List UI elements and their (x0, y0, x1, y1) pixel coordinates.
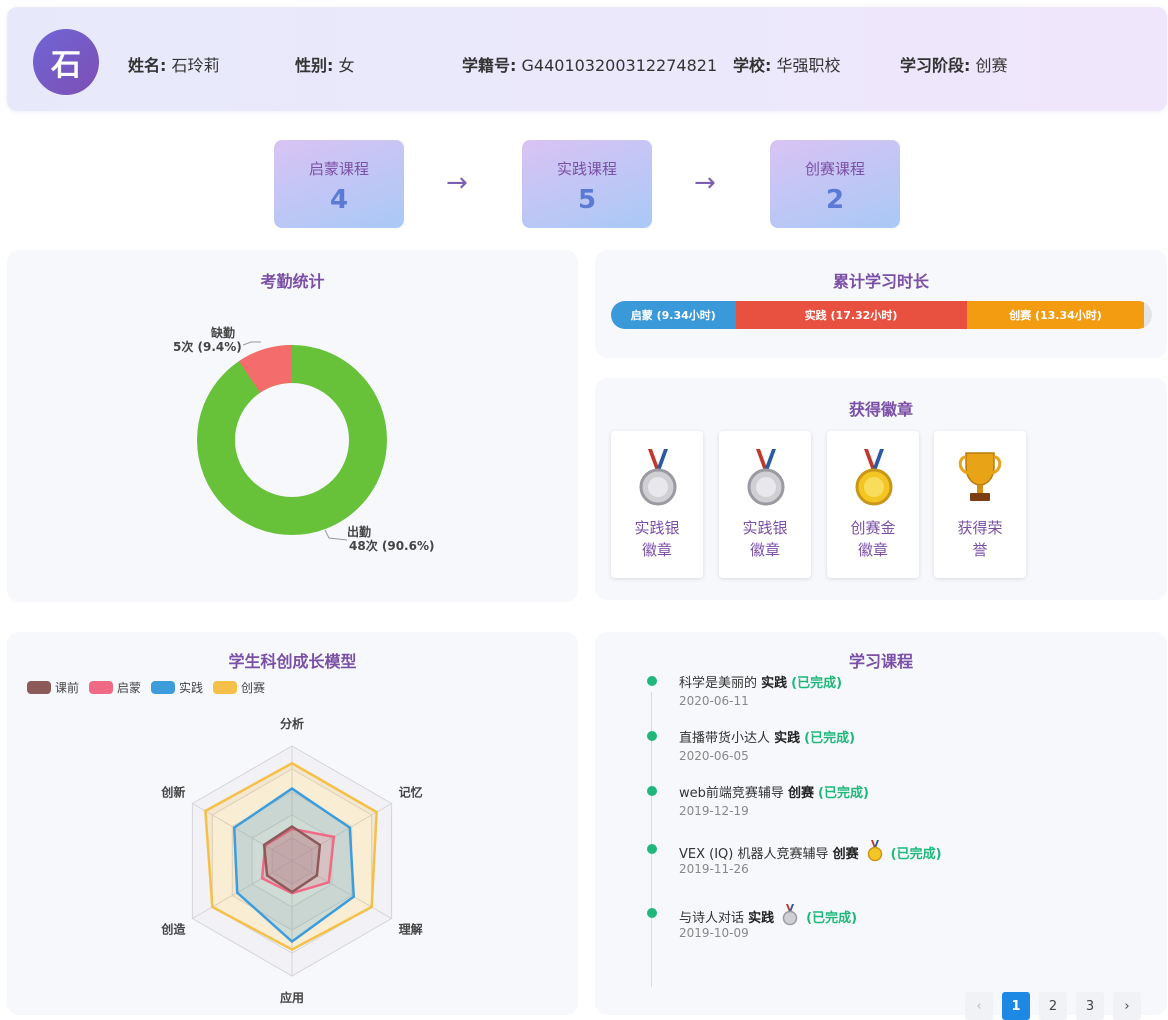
silver-medal-icon (747, 449, 785, 506)
study-time-panel: 累计学习时长 启蒙 (9.34小时) 实践 (17.32小时) 创赛 (13.3… (595, 250, 1167, 358)
student-name: 姓名: 石玲莉 (128, 56, 220, 75)
badge-card[interactable]: 创赛金徽章 (827, 431, 919, 578)
completed-status: (已完成) (804, 731, 856, 746)
radar-indicator-label: 理解 (399, 922, 423, 937)
arrow-icon: → (694, 168, 716, 198)
badge-card[interactable]: 获得荣誉 (934, 431, 1026, 578)
course-date: 2019-11-26 (679, 862, 749, 876)
prev-page-button[interactable]: ‹ (965, 992, 993, 1020)
page-button-1[interactable]: 1 (1002, 992, 1030, 1020)
attendance-donut-chart (197, 341, 387, 541)
completed-status: (已完成) (890, 847, 942, 862)
course-date: 2020-06-11 (679, 694, 749, 708)
seg-enlighten[interactable]: 启蒙 (9.34小时) (611, 301, 736, 329)
course-date: 2019-10-09 (679, 926, 749, 940)
radar-indicator-label: 创造 (160, 922, 186, 937)
course-title: 科学是美丽的 实践 (已完成) (679, 676, 843, 691)
course-category: 实践 (748, 911, 775, 926)
study-time-title: 累计学习时长 (832, 272, 929, 291)
course-category: 创赛 (788, 786, 815, 801)
trophy-icon (958, 452, 1002, 501)
student-header: 石 姓名: 石玲莉 性别: 女 学籍号: G440103200312274821… (7, 7, 1167, 111)
badges-panel: 获得徽章 实践银徽章 实践银徽章 创赛金徽章 获得荣誉 (595, 378, 1167, 600)
course-step-enlighten[interactable]: 启蒙课程 4 (274, 140, 404, 228)
study-time-bar: 启蒙 (9.34小时) 实践 (17.32小时) 创赛 (13.34小时) (611, 301, 1152, 329)
radar-indicator-label: 分析 (280, 716, 304, 731)
next-page-button[interactable]: › (1113, 992, 1141, 1020)
course-step-competition[interactable]: 创赛课程 2 (770, 140, 900, 228)
learning-courses-panel: 学习课程 科学是美丽的 实践 (已完成) 2020-06-11 直播带货小达人 实践(… (595, 632, 1167, 1020)
avatar: 石 (33, 29, 99, 95)
course-category: 实践 (761, 676, 788, 691)
learning-title: 学习课程 (848, 652, 913, 671)
silver-medal-icon (782, 904, 798, 926)
course-title: web前端竞赛辅导 创赛 (已完成) (679, 786, 869, 801)
present-slice[interactable] (197, 345, 387, 535)
badge-card[interactable]: 实践银徽章 (719, 431, 811, 578)
page-button-2[interactable]: 2 (1039, 992, 1067, 1020)
badge-card[interactable]: 实践银徽章 (611, 431, 703, 578)
course-title: VEX (IQ) 机器人竞赛辅导 创赛 (已完成) (679, 840, 942, 862)
student-stage: 学习阶段: 创赛 (900, 56, 1008, 75)
gold-medal-icon (867, 840, 882, 862)
timeline-dot-icon (647, 844, 657, 854)
present-value: 48次 (90.6%) (349, 539, 435, 553)
completed-status: (已完成) (818, 786, 869, 801)
course-category: 创赛 (832, 847, 859, 862)
gold-medal-icon (855, 449, 893, 506)
pagination: ‹ 1 2 3 › (965, 992, 1141, 1020)
student-school: 学校: 华强职校 (733, 56, 841, 75)
timeline-dot-icon (647, 908, 657, 918)
page-button-3[interactable]: 3 (1076, 992, 1104, 1020)
absent-leader-line (242, 341, 261, 346)
growth-model-panel: 学生科创成长模型 课前 启蒙 实践 创赛 分析 记忆 理解 应用 创造 创新 (7, 632, 578, 1015)
radar-indicator-label: 记忆 (399, 785, 423, 800)
silver-medal-icon (639, 449, 677, 506)
radar-indicator-label: 应用 (280, 990, 304, 1005)
timeline-dot-icon (647, 786, 657, 796)
course-title: 与诗人对话 实践 (已完成) (679, 904, 857, 926)
completed-status: (已完成) (806, 911, 858, 926)
radar-chart: 分析记忆理解应用 创造 创新 (160, 716, 423, 1005)
present-leader-line (324, 529, 348, 541)
radar-indicator-label: 创新 (160, 785, 185, 800)
course-date: 2020-06-05 (679, 749, 749, 763)
timeline-dot-icon (647, 731, 657, 741)
course-date: 2019-12-19 (679, 804, 749, 818)
course-category: 实践 (774, 731, 801, 746)
student-gender: 性别: 女 (295, 56, 355, 75)
attendance-panel: 考勤统计 缺勤 5次 (9.4%) 出勤 48次 (90.6%) (7, 250, 578, 602)
course-title: 直播带货小达人 实践 (已完成) (679, 731, 856, 746)
absent-value: 5次 (9.4%) (173, 340, 242, 354)
arrow-icon: → (446, 168, 468, 198)
seg-competition[interactable]: 创赛 (13.34小时) (966, 301, 1145, 329)
seg-practice[interactable]: 实践 (17.32小时) (735, 301, 967, 329)
completed-status: (已完成) (791, 676, 843, 691)
timeline-dot-icon (647, 676, 657, 686)
badges-title: 获得徽章 (848, 400, 913, 419)
course-step-practice[interactable]: 实践课程 5 (522, 140, 652, 228)
student-id: 学籍号: G440103200312274821 (462, 56, 718, 75)
